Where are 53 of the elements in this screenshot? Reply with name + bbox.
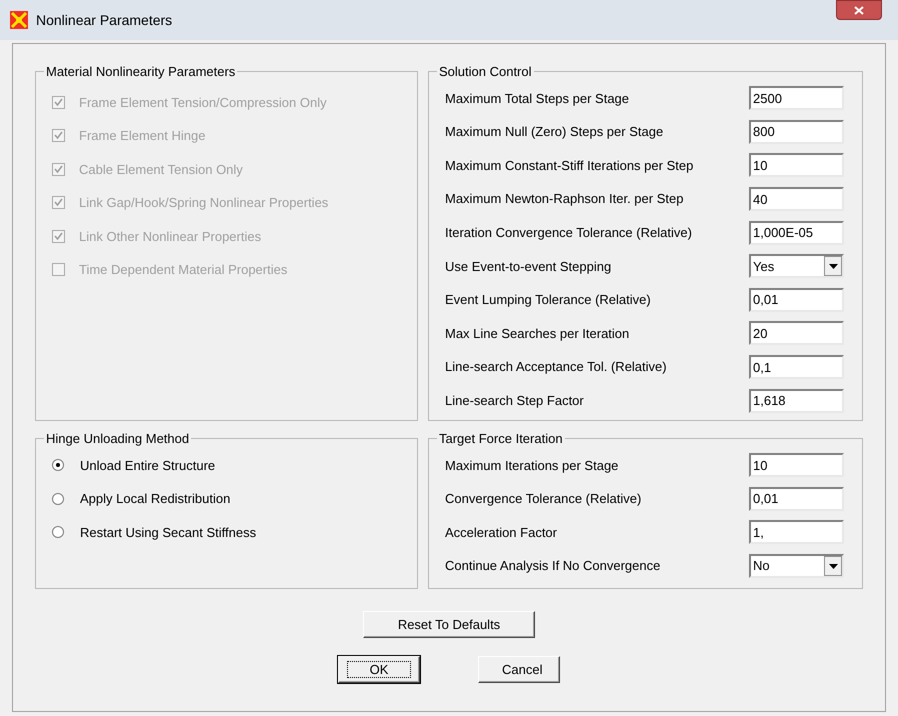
input-field[interactable]: 40 [749,187,844,212]
checkbox-label: Frame Element Tension/Compression Only [79,94,327,112]
field-label: Continue Analysis If No Convergence [445,557,660,576]
ok-button[interactable]: OK [338,656,420,683]
field-label: Event Lumping Tolerance (Relative) [445,291,651,310]
radio-label: Restart Using Secant Stiffness [80,524,256,542]
field-label: Iteration Convergence Tolerance (Relative) [445,224,692,242]
field-label: Line-search Acceptance Tol. (Relative) [445,358,667,376]
checkbox-label: Time Dependent Material Properties [79,261,288,279]
input-field[interactable]: 20 [749,321,844,346]
input-field[interactable]: 1,618 [749,388,844,413]
input-field[interactable]: 10 [749,453,844,478]
input-field[interactable]: 0,1 [749,355,844,380]
checkbox-label: Frame Element Hinge [79,127,206,145]
input-field[interactable]: 1,000E-05 [749,220,844,245]
field-label: Maximum Iterations per Stage [445,456,618,475]
input-field[interactable]: 0,01 [749,486,844,511]
reset-button[interactable]: Reset To Defaults [363,611,535,638]
group-title: Target Force Iteration [438,430,564,448]
checkbox-label: Link Other Nonlinear Properties [79,228,262,246]
dropdown[interactable]: Yes [749,254,844,278]
radio-button[interactable] [52,492,64,505]
group-title: Material Nonlinearity Parameters [45,63,236,81]
dropdown-arrow-icon [828,564,838,569]
window-title: Nonlinear Parameters [36,10,172,30]
cancel-button[interactable]: Cancel [478,656,560,683]
field-label: Maximum Total Steps per Stage [445,90,630,108]
input-field[interactable]: 1, [749,520,844,544]
radio-label: Apply Local Redistribution [80,490,230,508]
field-label: Max Line Searches per Iteration [445,324,630,343]
field-label: Line-search Step Factor [445,392,584,410]
input-field[interactable]: 10 [749,153,844,178]
field-label: Convergence Tolerance (Relative) [445,490,642,508]
input-field[interactable]: 800 [749,120,844,144]
dropdown-arrow-icon [828,264,838,269]
field-label: Maximum Null (Zero) Steps per Stage [445,123,664,142]
group-title: Hinge Unloading Method [45,430,190,448]
checkbox-label: Cable Element Tension Only [79,160,243,179]
group-title: Solution Control [438,63,532,81]
radio-button[interactable] [52,459,64,472]
field-label: Maximum Constant-Stiff Iterations per Step [445,156,694,175]
input-field[interactable]: 2500 [749,86,844,110]
app-logo-icon [10,11,28,29]
field-label: Use Event-to-event Stepping [445,258,612,276]
close-icon [854,6,864,14]
dropdown[interactable]: No [749,554,844,578]
field-label: Acceleration Factor [445,524,557,542]
radio-label: Unload Entire Structure [80,456,216,475]
field-label: Maximum Newton-Raphson Iter. per Step [445,190,684,208]
checkbox-label: Link Gap/Hook/Spring Nonlinear Properties [79,194,328,212]
input-field[interactable]: 0,01 [749,288,844,312]
radio-button[interactable] [52,526,64,538]
close-button[interactable] [836,0,882,20]
